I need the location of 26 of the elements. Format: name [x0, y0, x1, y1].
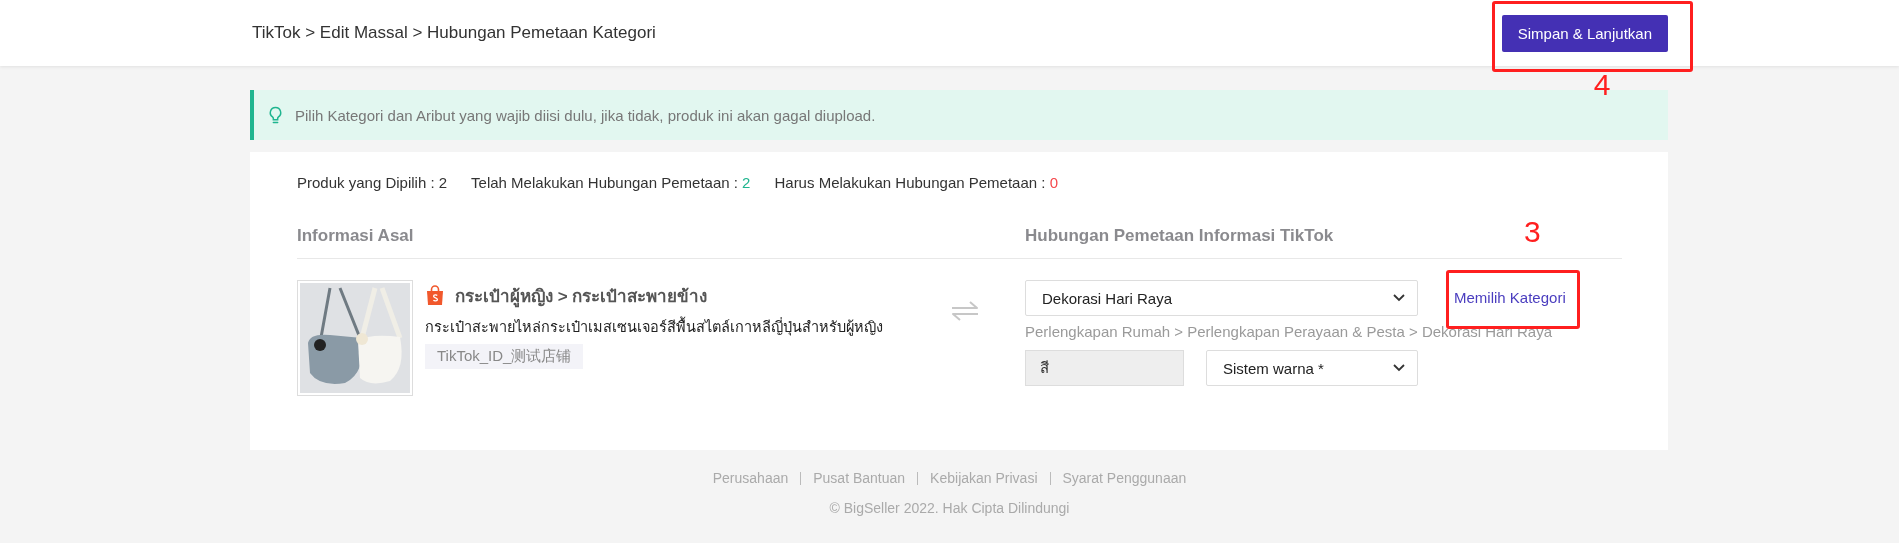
swap-arrows-icon: [950, 300, 980, 322]
choose-category-link[interactable]: Memilih Kategori: [1454, 289, 1566, 306]
chevron-down-icon: [1393, 294, 1405, 302]
lightbulb-icon: [268, 105, 283, 125]
category-select[interactable]: Dekorasi Hari Raya: [1025, 280, 1418, 316]
stat-text: Produk yang Dipilih : 2: [297, 174, 448, 191]
annotation-number: 3: [1524, 217, 1541, 247]
store-tag: TikTok_ID_测试店铺: [425, 344, 584, 369]
shopping-bag-icon: [425, 284, 445, 307]
stat-value: 2: [742, 174, 751, 191]
attribute-select[interactable]: Sistem warna *: [1206, 350, 1418, 386]
stat-text: Telah Melakukan Hubungan Pemetaan : 2: [471, 174, 751, 191]
breadcrumb: TikTok > Edit Massal > Hubungan Pemetaan Kategori: [252, 23, 656, 43]
annotation-number: 4: [1593, 69, 1611, 100]
copyright: © BigSeller 2022. Hak Cipta Dilindungi: [829, 500, 1070, 516]
product-title: กระเป๋าสะพายไหล่กระเป๋าเมสเซนเจอร์สีพื้นสไตล์เกาหลีญี่ปุ่นสำหรับผู้หญิง: [425, 315, 883, 338]
source-category: กระเป๋าผู้หญิง > กระเป๋าสะพายข้าง: [455, 286, 708, 309]
tip-text: Pilih Kategori dan Aribut yang wajib diisi dulu, jika tidak, produk ini akan gagal diupload.: [295, 106, 876, 124]
column-header: Informasi Asal: [297, 226, 415, 246]
attribute-name: สี: [1025, 350, 1184, 386]
chevron-down-icon: [1393, 364, 1405, 372]
stat-value: 2: [438, 174, 448, 191]
stat-text: Harus Melakukan Hubungan Pemetaan : 0: [774, 174, 1058, 191]
save-button[interactable]: Simpan & Lanjutkan: [1501, 14, 1668, 52]
column-header: Hubungan Pemetaan Informasi TikTok: [1025, 226, 1334, 246]
stat-value: 0: [1049, 174, 1058, 191]
